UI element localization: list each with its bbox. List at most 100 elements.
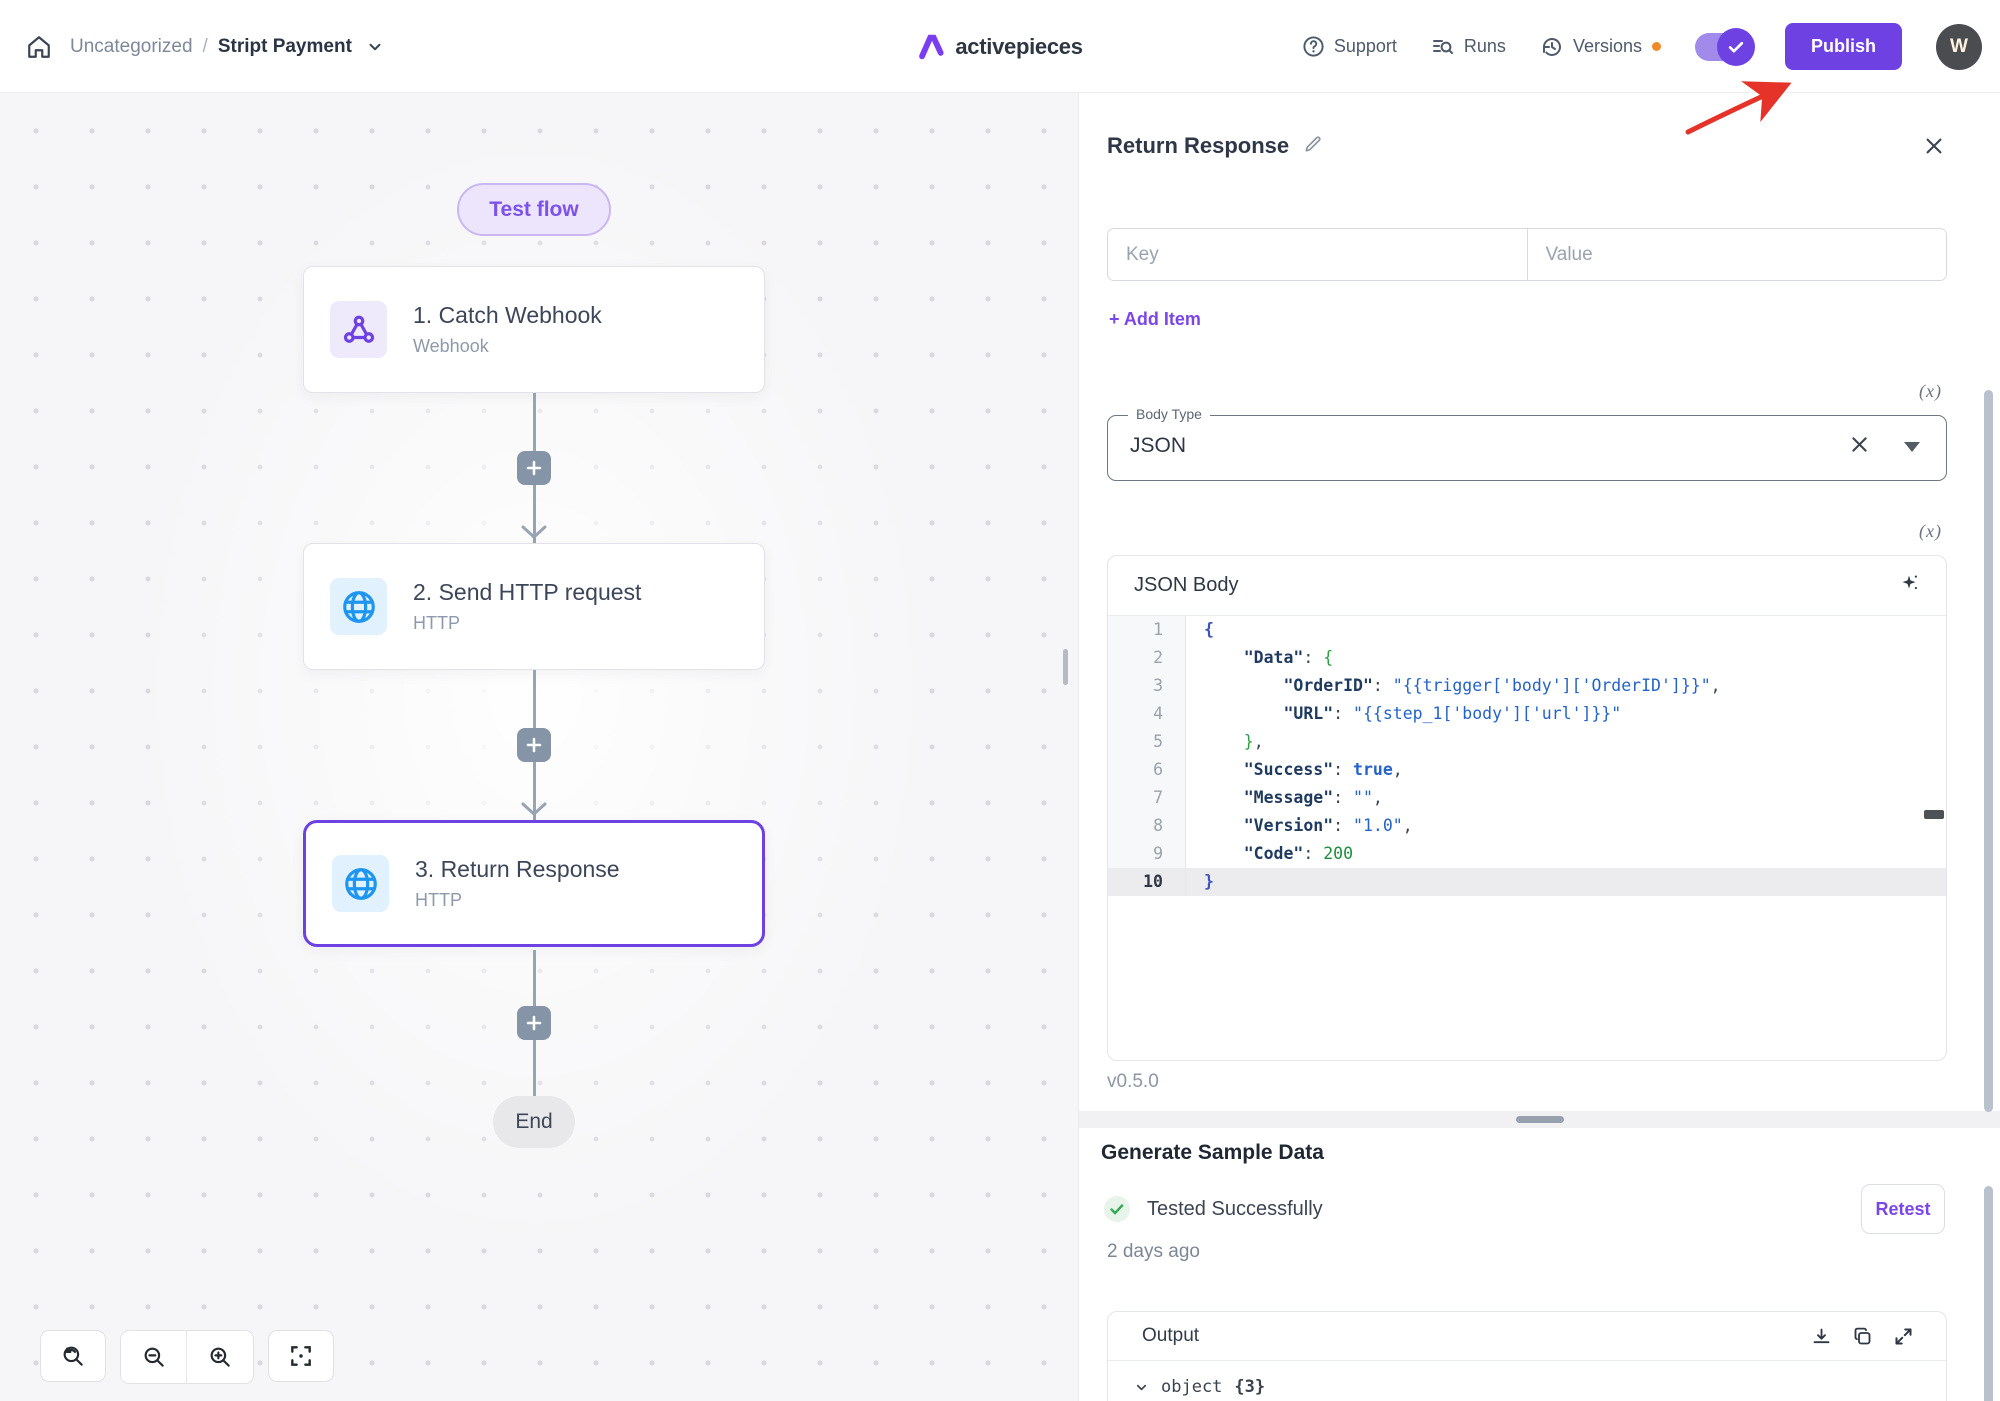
activepieces-logo: activepieces [917,0,1082,93]
zoom-reset-button[interactable] [40,1330,106,1382]
connector [516,393,552,543]
home-icon[interactable] [26,34,52,60]
dynamic-value-toggle-icon[interactable]: (x) [1919,381,1942,402]
json-body-label: JSON Body [1134,574,1238,597]
nav-support[interactable]: Support [1302,35,1397,58]
output-card: Output object {3} [1107,1311,1947,1401]
versions-unpublished-dot [1652,42,1661,51]
zoom-reset-icon [60,1343,86,1369]
edit-name-pencil-icon[interactable] [1303,134,1323,159]
zoom-in-out-group [120,1330,254,1384]
json-body-editor[interactable]: JSON Body 1{2 "Data": {3 "OrderID": "{{t… [1107,555,1947,1061]
last-test-time: 2 days ago [1107,1241,1200,1263]
globe-icon [332,855,389,912]
step-subtitle: Webhook [413,336,602,357]
connector [516,670,552,820]
publish-button[interactable]: Publish [1785,23,1902,70]
nav-runs-label: Runs [1464,36,1506,57]
clear-selection-icon[interactable] [1849,434,1870,460]
top-bar: Uncategorized / Stript Payment activepie… [0,0,2000,93]
panel-scrollbar-thumb[interactable] [1984,1186,1993,1401]
output-title: Output [1142,1325,1199,1347]
code-line: 4 "URL": "{{step_1['body']['url']}}" [1108,700,1946,728]
breadcrumb-separator: / [203,36,208,58]
select-caret-icon[interactable] [1904,442,1920,452]
response-headers-row [1107,228,1947,281]
end-node: End [493,1096,575,1148]
code-editor-lines[interactable]: 1{2 "Data": {3 "OrderID": "{{trigger['bo… [1108,616,1946,1061]
code-line: 6 "Success": true, [1108,756,1946,784]
tree-node-type: object [1161,1377,1222,1397]
dynamic-value-toggle-icon[interactable]: (x) [1919,521,1942,542]
zoom-out-button[interactable] [121,1331,187,1383]
webhook-icon [330,301,387,358]
zoom-out-icon [141,1344,167,1370]
zoom-in-button[interactable] [187,1331,253,1383]
add-item-button[interactable]: + Add Item [1109,309,1201,330]
code-line: 8 "Version": "1.0", [1108,812,1946,840]
success-check-icon [1103,1195,1131,1223]
output-tree-root[interactable]: object {3} [1108,1361,1946,1397]
download-icon[interactable] [1811,1326,1832,1347]
key-input[interactable] [1108,229,1527,280]
fit-to-view-button[interactable] [268,1330,334,1382]
step-card-send-http[interactable]: 2. Send HTTP request HTTP [303,543,765,670]
step-title: 3. Return Response [415,856,620,883]
panel-resize-handle[interactable] [1063,649,1068,685]
plus-icon [525,1014,543,1032]
code-line: 5 }, [1108,728,1946,756]
code-line: 9 "Code": 200 [1108,840,1946,868]
code-line: 2 "Data": { [1108,644,1946,672]
step-title: 2. Send HTTP request [413,579,641,606]
breadcrumb-flow-name[interactable]: Stript Payment [218,36,352,58]
code-line: 7 "Message": "", [1108,784,1946,812]
connector [516,950,552,1096]
step-title: 1. Catch Webhook [413,302,602,329]
flow-builder-app: Uncategorized / Stript Payment activepie… [0,0,2000,1401]
tree-node-count: {3} [1234,1377,1265,1397]
step-card-catch-webhook[interactable]: 1. Catch Webhook Webhook [303,266,765,393]
copy-icon[interactable] [1852,1326,1873,1347]
add-step-button[interactable] [517,1006,551,1040]
ai-sparkle-icon[interactable] [1898,572,1920,599]
panel-section-resize[interactable] [1079,1111,2000,1128]
body-type-select[interactable]: Body Type JSON [1107,415,1947,481]
help-circle-icon [1302,35,1325,58]
close-panel-icon[interactable] [1923,135,1945,162]
nav-support-label: Support [1334,36,1397,57]
step-settings-panel: Return Response + Add Item (x) Body Type… [1078,93,2000,1401]
breadcrumb: Uncategorized / Stript Payment [70,36,384,58]
tree-chevron-icon [1134,1380,1149,1395]
breadcrumb-category[interactable]: Uncategorized [70,36,193,58]
avatar[interactable]: W [1936,24,1982,70]
arrow-down-icon [519,524,549,545]
panel-scrollbar-thumb[interactable] [1984,390,1993,1112]
nav-versions[interactable]: Versions [1540,35,1642,59]
step-subtitle: HTTP [415,890,620,911]
expand-icon[interactable] [1893,1326,1914,1347]
body-type-value: JSON [1130,434,1186,458]
value-input[interactable] [1528,229,1947,280]
resize-grip [1516,1116,1564,1123]
zoom-in-icon [207,1344,233,1370]
nav-runs[interactable]: Runs [1431,35,1506,59]
step-card-return-response[interactable]: 3. Return Response HTTP [303,820,765,947]
canvas-zoom-toolbar [40,1330,334,1384]
code-line: 3 "OrderID": "{{trigger['body']['OrderID… [1108,672,1946,700]
body-type-label: Body Type [1128,406,1210,422]
toggle-thumb-check-icon [1717,28,1755,66]
history-icon [1540,35,1564,59]
flow-enabled-toggle[interactable] [1695,33,1751,61]
retest-button[interactable]: Retest [1861,1184,1945,1234]
flow-canvas[interactable]: Test flow 1. Catch Webhook Webhook [0,93,1078,1401]
generate-sample-data-heading: Generate Sample Data [1101,1141,1324,1165]
code-scrollbar-thumb[interactable] [1924,810,1944,819]
globe-icon [330,578,387,635]
add-step-button[interactable] [517,451,551,485]
test-flow-button[interactable]: Test flow [457,183,611,236]
nav-versions-label: Versions [1573,36,1642,57]
add-step-button[interactable] [517,728,551,762]
code-line: 10} [1108,868,1946,896]
step-subtitle: HTTP [413,613,641,634]
chevron-down-icon[interactable] [366,38,384,56]
